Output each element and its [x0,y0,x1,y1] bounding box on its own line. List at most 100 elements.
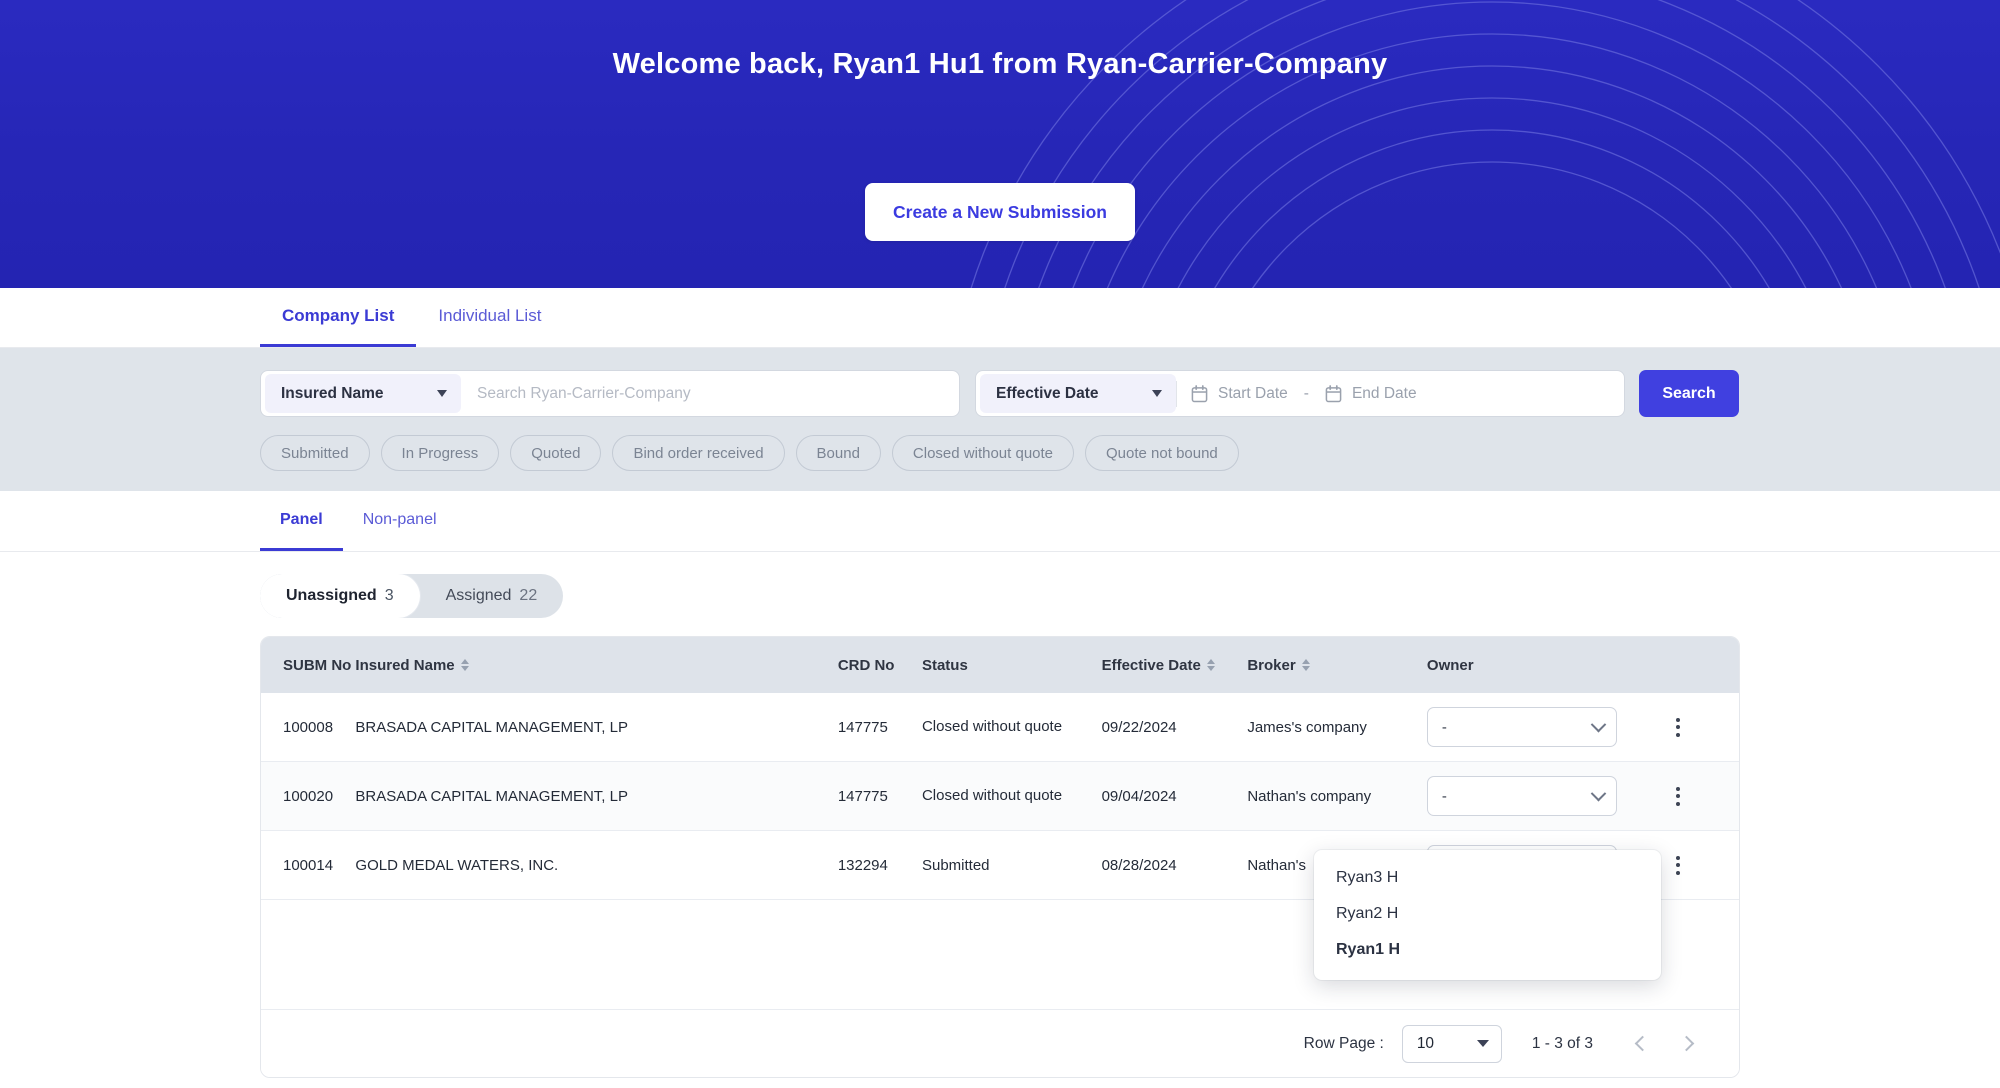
status-chip-bind-order-received[interactable]: Bind order received [612,435,785,471]
search-input[interactable] [461,371,959,416]
tab-panel[interactable]: Panel [260,491,343,551]
end-date-value: End Date [1351,384,1417,402]
chevron-down-icon [1476,1040,1489,1047]
chevron-down-icon [437,390,447,397]
status-chip-bound[interactable]: Bound [795,435,881,471]
chevron-left-icon [1634,1035,1650,1052]
tab-non-panel-label: Non-panel [362,510,437,528]
cell-subm-no: 100014 [261,830,356,900]
pagination-controls [1625,1027,1703,1061]
cell-broker: Nathan's company [1247,761,1427,831]
sort-insured-name-icon[interactable] [460,659,469,671]
next-page-button[interactable] [1669,1027,1703,1061]
date-type-select-value: Effective Date [996,384,1099,402]
decorative-arcs [970,0,2000,288]
owner-select[interactable]: - [1426,776,1617,816]
col-crd-no-label: CRD No [837,656,895,674]
owner-select-value: - [1441,787,1447,805]
sort-broker-icon[interactable] [1301,659,1310,671]
col-subm-no: SUBM No [261,637,356,693]
cell-effective-date: 08/28/2024 [1101,830,1248,900]
search-field-select[interactable]: Insured Name [265,374,461,413]
cell-owner: - [1426,693,1663,762]
status-chip-quote-not-bound[interactable]: Quote not bound [1085,435,1239,471]
table-row[interactable]: 100020 BRASADA CAPITAL MANAGEMENT, LP 14… [261,761,1739,831]
table-header-row: SUBM No Insured Name CRD No Status Effec… [261,637,1739,693]
tab-company-list[interactable]: Company List [260,288,417,347]
hero-banner: Welcome back, Ryan1 Hu1 from Ryan-Carrie… [0,0,2000,288]
previous-page-button[interactable] [1625,1027,1659,1061]
col-broker-label: Broker [1247,656,1296,674]
col-owner-label: Owner [1426,656,1474,674]
cell-actions [1662,693,1739,762]
row-menu-icon[interactable] [1663,717,1693,737]
row-menu-icon[interactable] [1663,855,1693,875]
col-effective-date: Effective Date [1101,637,1248,693]
sort-effective-date-icon[interactable] [1206,659,1215,671]
row-page-label: Row Page : [1303,1034,1384,1052]
submissions-card: SUBM No Insured Name CRD No Status Effec… [260,636,1740,1078]
chevron-right-icon [1678,1035,1694,1052]
col-effective-date-label: Effective Date [1101,656,1201,674]
cell-effective-date: 09/04/2024 [1101,761,1248,831]
tab-panel-label: Panel [280,510,323,528]
col-broker: Broker [1247,637,1427,693]
cell-crd-no: 132294 [837,830,922,900]
chevron-down-icon [1152,390,1162,397]
status-filter-chips: Submitted In Progress Quoted Bind order … [0,435,2000,471]
cell-insured-name: BRASADA CAPITAL MANAGEMENT, LP [355,693,838,762]
segment-unassigned[interactable]: Unassigned 3 [260,574,420,618]
cell-effective-date: 09/22/2024 [1101,693,1248,762]
status-chip-closed-without-quote[interactable]: Closed without quote [891,435,1075,471]
search-button[interactable]: Search [1639,370,1739,417]
status-chip-in-progress[interactable]: In Progress [380,435,500,471]
owner-dropdown-menu: Ryan3 H Ryan2 H Ryan1 H [1314,850,1661,980]
owner-select-value: - [1441,718,1447,736]
segment-assigned-label: Assigned [445,587,512,604]
status-chip-submitted[interactable]: Submitted [260,435,370,471]
rows-per-page-select[interactable]: 10 [1401,1024,1502,1063]
pagination-range: 1 - 3 of 3 [1531,1034,1593,1052]
start-date-field[interactable]: Start Date [1177,385,1302,403]
cell-actions [1662,830,1739,900]
segment-assigned-count: 22 [519,587,538,604]
cell-insured-name: GOLD MEDAL WATERS, INC. [355,830,838,900]
col-status: Status [921,637,1102,693]
tab-individual-list[interactable]: Individual List [416,288,563,347]
row-menu-icon[interactable] [1663,786,1693,806]
end-date-field[interactable]: End Date [1311,385,1431,403]
date-type-select[interactable]: Effective Date [980,374,1176,413]
start-date-value: Start Date [1218,384,1288,402]
table-footer: Row Page : 10 1 - 3 of 3 [261,1010,1739,1077]
owner-select[interactable]: - [1426,707,1617,747]
page-title: Welcome back, Ryan1 Hu1 from Ryan-Carrie… [612,48,1388,80]
segment-unassigned-count: 3 [384,587,394,604]
create-new-submission-button[interactable]: Create a New Submission [865,183,1135,241]
owner-option-ryan1[interactable]: Ryan1 H [1314,932,1661,968]
calendar-icon [1325,384,1342,402]
calendar-icon [1191,384,1208,402]
assignment-segment-wrap: Unassigned 3 Assigned 22 [0,552,2000,618]
list-tabs: Company List Individual List [0,288,2000,348]
tab-company-list-label: Company List [282,306,395,325]
owner-option-ryan3[interactable]: Ryan3 H [1314,860,1661,896]
cell-broker: James's company [1247,693,1427,762]
assignment-segment: Unassigned 3 Assigned 22 [260,574,564,618]
segment-unassigned-label: Unassigned [286,587,377,604]
col-owner: Owner [1426,637,1663,693]
table-header: SUBM No Insured Name CRD No Status Effec… [261,637,1739,693]
col-status-label: Status [921,656,968,674]
cell-insured-name: BRASADA CAPITAL MANAGEMENT, LP [355,761,838,831]
cell-status: Closed without quote [921,761,1102,831]
rows-per-page-value: 10 [1416,1034,1435,1052]
filter-bar: Insured Name Effective Date Start Date [0,348,2000,491]
cell-status: Submitted [921,830,1102,900]
segment-assigned[interactable]: Assigned 22 [420,574,564,618]
owner-option-ryan2[interactable]: Ryan2 H [1314,896,1661,932]
cell-subm-no: 100020 [261,761,356,831]
status-chip-quoted[interactable]: Quoted [510,435,602,471]
tab-non-panel[interactable]: Non-panel [343,491,457,551]
search-box: Insured Name [260,370,960,417]
table-card-wrap: SUBM No Insured Name CRD No Status Effec… [0,618,2000,1078]
table-row[interactable]: 100008 BRASADA CAPITAL MANAGEMENT, LP 14… [261,693,1739,762]
